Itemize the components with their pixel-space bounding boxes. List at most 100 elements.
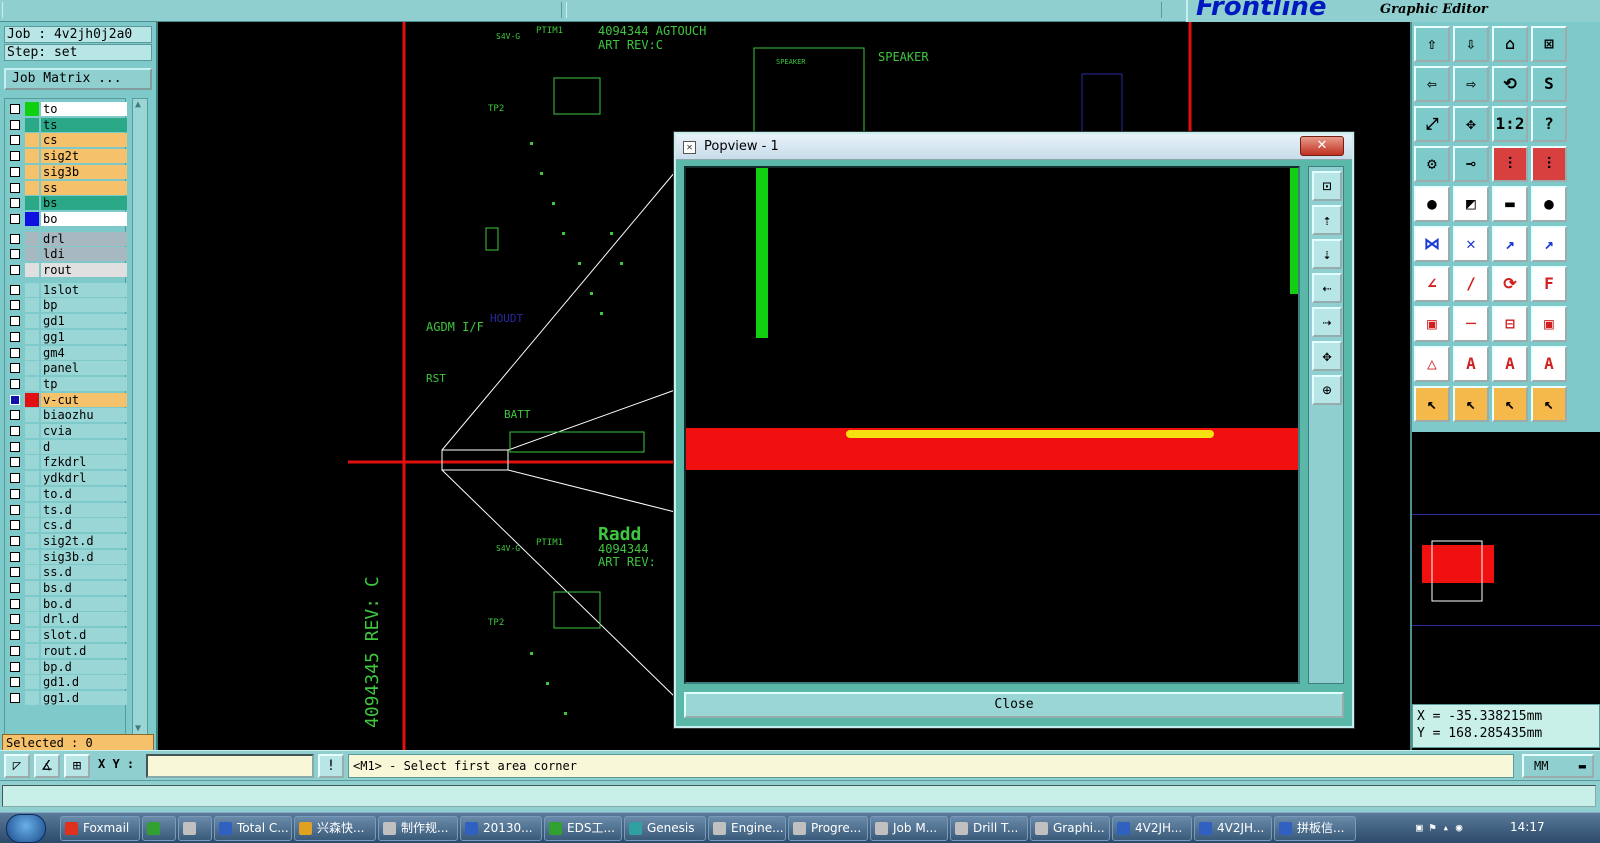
flip-icon[interactable]: F [1531,266,1567,302]
layer-row-sig2t[interactable]: sig2t [5,148,127,164]
layer-row-panel[interactable]: panel [5,360,127,376]
move-left-icon[interactable]: ⇦ [1414,66,1450,102]
taskbar-app-button[interactable] [142,816,176,841]
taskbar-app-button[interactable]: Total C... [214,816,292,841]
layer-row-ss.d[interactable]: ss.d [5,564,127,580]
popview-zoom-fit-icon[interactable]: ⊡ [1312,171,1342,201]
zoom-fit-icon[interactable]: ⤢ [1414,106,1450,142]
layer-row-gd1[interactable]: gd1 [5,313,127,329]
unit-selector[interactable]: MM ▬ [1522,754,1594,778]
layer-checkbox[interactable] [10,300,20,311]
ruler-icon[interactable]: ▬ [1492,186,1528,222]
dimension-icon[interactable]: ⊟ [1492,306,1528,342]
layer-row-fzkdrl[interactable]: fzkdrl [5,454,127,470]
scroll-up-icon[interactable]: ▲ [135,99,145,111]
xy-input[interactable] [146,754,314,778]
box-icon[interactable]: ▣ [1414,306,1450,342]
taskbar-app-button[interactable]: Genesis [624,816,706,841]
layer-row-slot.d[interactable]: slot.d [5,627,127,643]
layer-checkbox[interactable] [10,213,20,224]
layer-checkbox[interactable] [10,551,20,562]
layer-row-cvia[interactable]: cvia [5,423,127,439]
taskbar-app-button[interactable]: Drill T... [950,816,1028,841]
select-icon[interactable]: ↖ [1414,386,1450,422]
layer-checkbox[interactable] [10,182,20,193]
undo-icon[interactable]: ⟲ [1492,66,1528,102]
layer-row-cs.d[interactable]: cs.d [5,517,127,533]
layer-row-bs[interactable]: bs [5,195,127,211]
layer-checkbox[interactable] [10,473,20,484]
probe-icon[interactable]: ⊸ [1453,146,1489,182]
layer-checkbox[interactable] [10,166,20,177]
surface-icon[interactable]: ◩ [1453,186,1489,222]
layer-row-drl[interactable]: drl [5,231,127,247]
layer-row-gg1[interactable]: gg1 [5,329,127,345]
layer-checkbox[interactable] [10,265,20,275]
snap-mode-icon[interactable]: ◸ [4,754,30,778]
grid-mode-icon[interactable]: ⊞ [64,754,90,778]
layer-checkbox[interactable] [10,410,20,421]
triangle-icon[interactable]: △ [1414,346,1450,382]
layer-row-ts[interactable]: ts [5,117,127,133]
layer-checkbox[interactable] [10,645,20,656]
select-multi-icon[interactable]: ↖ [1531,386,1567,422]
rotate-icon[interactable]: ⟳ [1492,266,1528,302]
alert-icon[interactable]: ! [318,754,344,778]
layer-checkbox[interactable] [10,504,20,515]
layer-checkbox[interactable] [10,520,20,531]
taskbar-app-button[interactable]: 20130... [460,816,542,841]
layer-checkbox[interactable] [10,347,20,358]
system-tray-icons[interactable]: ▣ ⚑ ▴ ◉ [1416,821,1462,834]
pad-icon[interactable]: ● [1414,186,1450,222]
layer-row-cs[interactable]: cs [5,132,127,148]
layer-checkbox[interactable] [10,535,20,546]
layer-checkbox[interactable] [10,441,20,452]
angle-icon[interactable]: ∠ [1414,266,1450,302]
layer-checkbox[interactable] [10,567,20,578]
taskbar-app-button[interactable]: 4V2JH... [1112,816,1192,841]
layer-checkbox[interactable] [10,233,20,244]
job-matrix-button[interactable]: Job Matrix ... [4,68,152,90]
layer-checkbox[interactable] [10,119,20,130]
layer-row-v-cut[interactable]: v-cut [5,392,127,408]
layer-row-biaozhu[interactable]: biaozhu [5,407,127,423]
taskbar-app-button[interactable]: EDS工... [544,816,622,841]
s-shape-icon[interactable]: S [1531,66,1567,102]
layer-row-ydkdrl[interactable]: ydkdrl [5,470,127,486]
layer-checkbox[interactable] [10,104,20,114]
pan-icon[interactable]: ✥ [1453,106,1489,142]
layer-checkbox[interactable] [10,630,20,641]
popview-pan-left-icon[interactable]: ⇠ [1312,273,1342,303]
taskbar-app-button[interactable]: 制作规... [378,816,458,841]
layer-row-1slot[interactable]: 1slot [5,282,127,298]
layer-checkbox[interactable] [10,677,20,688]
layer-checkbox[interactable] [10,198,20,209]
layer-off-icon[interactable]: ⊠ [1531,26,1567,62]
slope-icon[interactable]: ∕ [1453,266,1489,302]
layer-row-bo[interactable]: bo [5,211,127,227]
layer-row-to[interactable]: to [5,101,127,117]
scale-icon[interactable]: 1:2 [1492,106,1528,142]
taskbar-app-button[interactable]: Job M... [870,816,948,841]
layer-row-gg1.d[interactable]: gg1.d [5,690,127,706]
taskbar-app-button[interactable]: 4V2JH... [1194,816,1272,841]
popview-canvas[interactable] [684,166,1300,684]
layer-checkbox[interactable] [10,151,20,162]
layer-checkbox[interactable] [10,598,20,609]
layer-row-sig3b[interactable]: sig3b [5,164,127,180]
line-icon[interactable]: ↗ [1492,226,1528,262]
layer-row-drl.d[interactable]: drl.d [5,611,127,627]
layer-row-to.d[interactable]: to.d [5,486,127,502]
connect-icon[interactable]: ⋈ [1414,226,1450,262]
text-b-icon[interactable]: A [1492,346,1528,382]
taskbar-app-button[interactable]: Engine... [708,816,786,841]
layer-row-sig2t.d[interactable]: sig2t.d [5,533,127,549]
measure-alt-icon[interactable]: ⫶ [1531,146,1567,182]
taskbar-app-button[interactable]: Progre... [788,816,868,841]
layer-checkbox[interactable] [10,249,20,260]
select-box-icon[interactable]: ↖ [1453,386,1489,422]
measure-icon[interactable]: ⫶ [1492,146,1528,182]
layer-row-rout.d[interactable]: rout.d [5,643,127,659]
taskbar-app-button[interactable]: 兴森快... [294,816,376,841]
layer-row-tp[interactable]: tp [5,376,127,392]
